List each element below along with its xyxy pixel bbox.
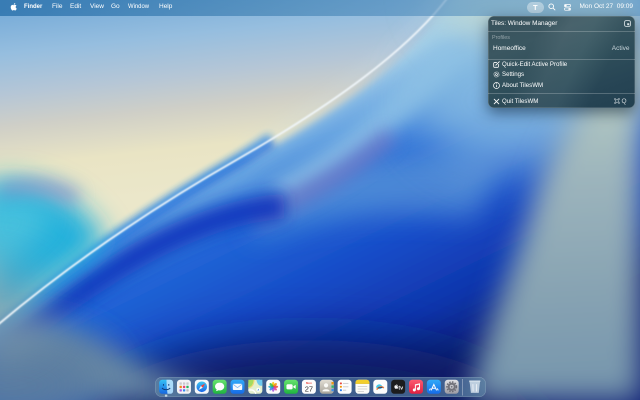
svg-text:tv: tv bbox=[398, 385, 403, 391]
svg-text:27: 27 bbox=[304, 384, 312, 393]
